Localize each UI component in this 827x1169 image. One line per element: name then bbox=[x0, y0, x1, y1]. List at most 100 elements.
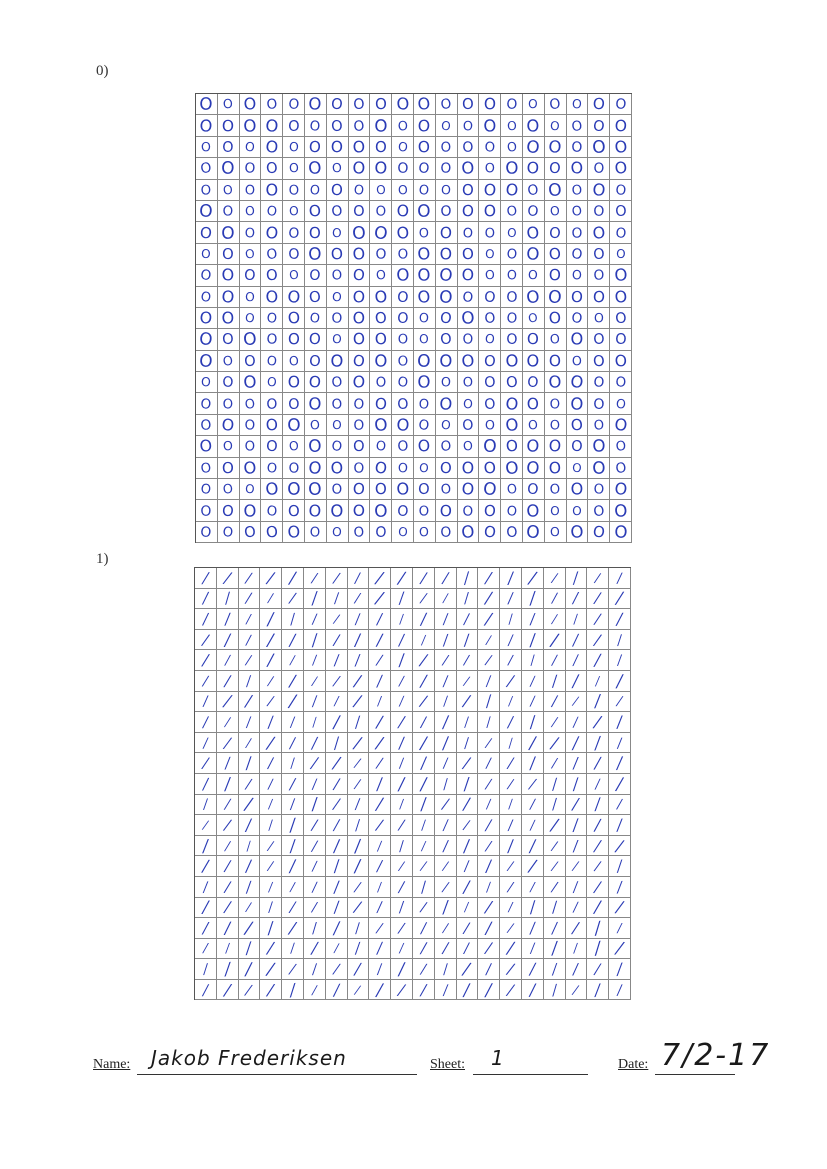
grid-cell: / bbox=[303, 876, 326, 898]
grid-cell: / bbox=[521, 897, 544, 919]
grid-cell: / bbox=[412, 979, 435, 1001]
handwritten-zero: O bbox=[614, 202, 627, 221]
grid-cell: / bbox=[500, 588, 522, 610]
grid-cell: / bbox=[434, 753, 457, 774]
handwritten-one: / bbox=[593, 732, 602, 753]
grid-cell: / bbox=[282, 568, 304, 589]
sheet-label: Sheet: bbox=[430, 1057, 465, 1072]
handwritten-zero: O bbox=[593, 480, 605, 498]
handwritten-zero: O bbox=[395, 265, 410, 286]
grid-cell: / bbox=[456, 979, 479, 1001]
grid-cell: / bbox=[195, 918, 217, 939]
grid-cell: O bbox=[304, 329, 327, 351]
handwritten-zero: O bbox=[614, 395, 627, 412]
handwritten-one: / bbox=[399, 940, 405, 957]
grid-cell: / bbox=[478, 938, 501, 960]
handwritten-one: / bbox=[267, 817, 275, 833]
grid-cell: / bbox=[434, 650, 457, 671]
grid-cell: / bbox=[369, 918, 392, 939]
grid-cell: O bbox=[566, 414, 589, 437]
handwritten-zero: O bbox=[307, 158, 323, 179]
handwritten-zero: O bbox=[287, 372, 300, 392]
handwritten-zero: O bbox=[308, 500, 323, 521]
handwritten-one: / bbox=[311, 610, 318, 628]
grid-cell: O bbox=[566, 372, 589, 394]
handwritten-zero: O bbox=[396, 139, 409, 155]
handwritten-zero: O bbox=[331, 267, 343, 284]
handwritten-zero: O bbox=[396, 501, 409, 520]
grid-cell: O bbox=[479, 200, 502, 223]
handwritten-zero: O bbox=[199, 200, 214, 222]
handwritten-one: / bbox=[376, 919, 384, 937]
grid-cell: O bbox=[196, 179, 218, 201]
handwritten-one: / bbox=[353, 712, 362, 732]
grid-cell: / bbox=[282, 835, 304, 857]
grid-cell: / bbox=[303, 670, 326, 692]
grid-cell: / bbox=[500, 959, 522, 980]
grid-cell: / bbox=[260, 815, 283, 836]
handwritten-zero: O bbox=[592, 244, 605, 263]
grid-cell: O bbox=[217, 521, 240, 544]
handwritten-one: / bbox=[245, 691, 253, 712]
handwritten-zero: O bbox=[375, 182, 387, 198]
grid-cell: / bbox=[521, 959, 544, 980]
handwritten-zero: O bbox=[352, 265, 366, 286]
grid-cell: O bbox=[566, 243, 589, 266]
handwritten-zero: O bbox=[593, 266, 605, 284]
handwritten-zero: O bbox=[352, 95, 366, 114]
handwritten-zero: O bbox=[352, 158, 366, 179]
grid-cell: O bbox=[392, 94, 414, 116]
handwritten-zero: O bbox=[221, 116, 235, 135]
grid-cell: / bbox=[478, 918, 501, 939]
handwritten-one: / bbox=[441, 630, 449, 649]
grid-cell: O bbox=[501, 414, 523, 437]
grid-cell: O bbox=[435, 136, 458, 159]
handwritten-one: / bbox=[398, 630, 405, 649]
handwritten-zero: O bbox=[419, 524, 430, 540]
handwritten-one: / bbox=[354, 775, 362, 792]
grid-cell: O bbox=[588, 200, 611, 223]
grid-cell: O bbox=[479, 436, 502, 458]
handwritten-zero: O bbox=[570, 245, 584, 263]
handwritten-zero: O bbox=[592, 159, 605, 177]
handwritten-one: / bbox=[311, 858, 317, 874]
grid-cell: / bbox=[325, 835, 348, 857]
grid-cell: O bbox=[501, 265, 523, 287]
grid-cell: / bbox=[521, 629, 544, 651]
grid-cell: / bbox=[216, 835, 239, 857]
grid-cell: O bbox=[413, 393, 436, 415]
handwritten-one: / bbox=[333, 693, 339, 709]
grid-cell: / bbox=[456, 856, 479, 877]
handwritten-one: / bbox=[353, 897, 363, 917]
handwritten-one: / bbox=[486, 796, 492, 812]
handwritten-one: / bbox=[246, 631, 252, 648]
grid-cell: O bbox=[435, 158, 458, 180]
grid-cell: / bbox=[216, 732, 239, 754]
handwritten-zero: O bbox=[527, 310, 539, 326]
grid-cell: / bbox=[195, 609, 217, 630]
grid-cell: O bbox=[304, 222, 327, 244]
handwritten-zero: O bbox=[287, 223, 300, 242]
grid-cell: O bbox=[522, 136, 545, 159]
grid-cell: / bbox=[587, 609, 610, 630]
grid-cell: O bbox=[196, 200, 218, 223]
grid-cell: O bbox=[544, 436, 567, 458]
section-1-label: 1) bbox=[96, 551, 109, 567]
grid-cell: O bbox=[326, 372, 349, 394]
grid-cell: / bbox=[609, 918, 631, 939]
handwritten-one: / bbox=[485, 918, 492, 938]
grid-cell: / bbox=[412, 794, 435, 816]
grid-cell: / bbox=[609, 856, 631, 877]
grid-cell: / bbox=[565, 856, 588, 877]
grid-cell: O bbox=[283, 414, 305, 437]
handwritten-zero: O bbox=[504, 350, 519, 371]
handwritten-one: / bbox=[223, 589, 232, 608]
grid-cell: O bbox=[370, 243, 393, 266]
handwritten-zero: O bbox=[505, 138, 518, 156]
handwritten-zero: O bbox=[569, 521, 585, 543]
handwritten-zero: O bbox=[462, 374, 474, 391]
handwritten-zero: O bbox=[265, 266, 279, 285]
grid-cell: O bbox=[413, 329, 436, 351]
handwritten-zero: O bbox=[440, 159, 452, 177]
grid-cell: / bbox=[369, 815, 392, 836]
